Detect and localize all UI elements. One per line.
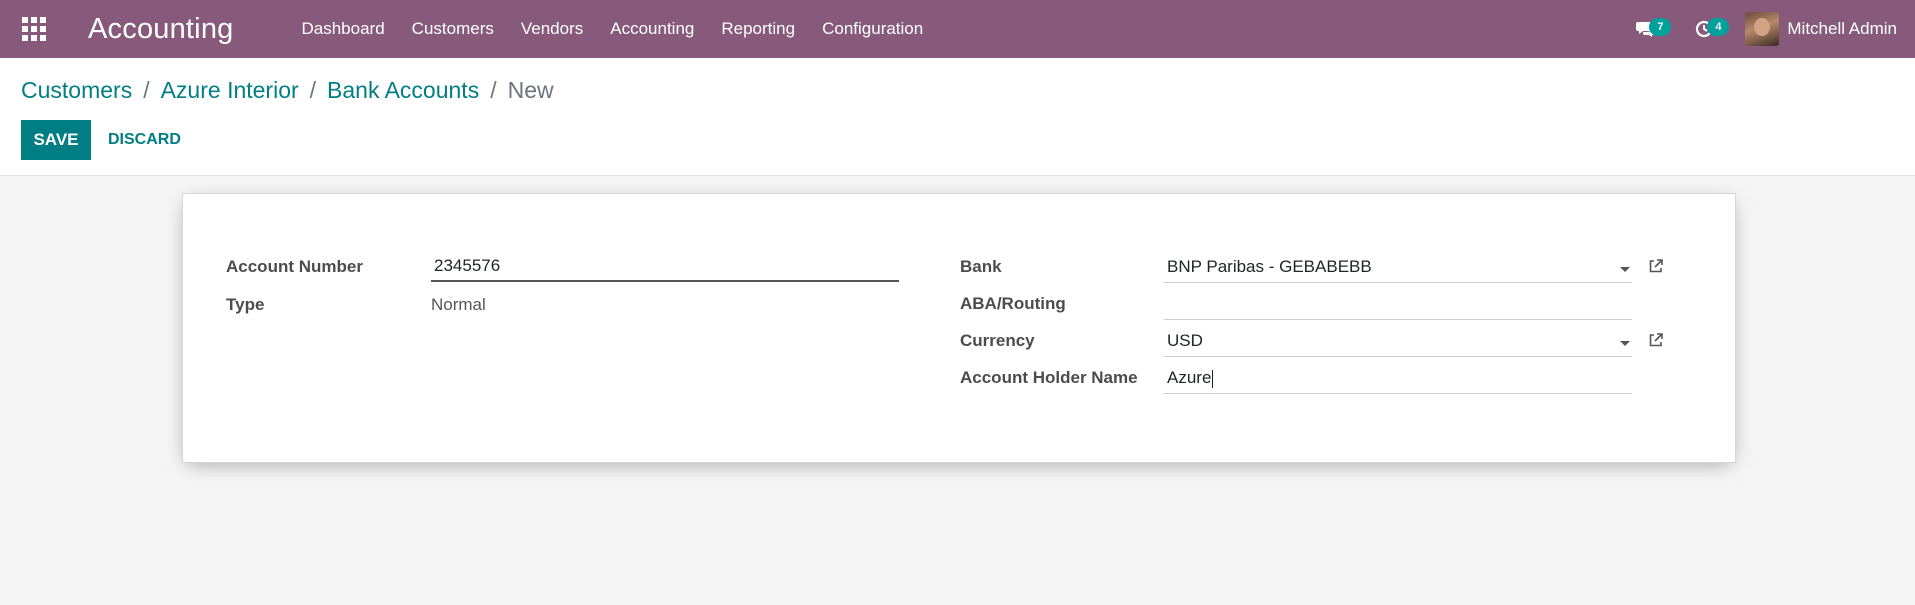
- menu-item-reporting[interactable]: Reporting: [721, 19, 795, 39]
- control-panel: [0, 58, 1915, 176]
- aba-routing-field[interactable]: [1164, 290, 1632, 320]
- menu-item-accounting[interactable]: Accounting: [610, 19, 694, 39]
- breadcrumb-separator: /: [309, 77, 317, 103]
- account-holder-name-value: Azure: [1167, 368, 1212, 387]
- main-menu: Dashboard Customers Vendors Accounting R…: [302, 19, 951, 39]
- app-brand[interactable]: Accounting: [88, 13, 234, 46]
- menu-item-vendors[interactable]: Vendors: [521, 19, 583, 39]
- breadcrumb: Customers / Azure Interior / Bank Accoun…: [21, 77, 554, 104]
- account-holder-name-field[interactable]: Azure: [1164, 364, 1632, 394]
- avatar: [1745, 12, 1780, 46]
- account-number-label: Account Number: [226, 257, 363, 276]
- bank-field[interactable]: BNP Paribas - GEBABEBB: [1164, 253, 1632, 283]
- systray: 7 4 Mitchell Admin: [1629, 0, 1915, 58]
- activities-badge: 4: [1707, 18, 1730, 36]
- breadcrumb-bank-accounts[interactable]: Bank Accounts: [327, 77, 479, 104]
- user-name: Mitchell Admin: [1787, 19, 1897, 38]
- account-number-field[interactable]: 2345576: [431, 252, 899, 282]
- type-value[interactable]: Normal: [431, 295, 486, 315]
- apps-menu-icon[interactable]: [22, 17, 46, 41]
- top-navbar: Accounting Dashboard Customers Vendors A…: [0, 0, 1915, 58]
- user-menu[interactable]: Mitchell Admin: [1745, 12, 1897, 46]
- text-cursor: [1212, 369, 1214, 388]
- bank-dropdown-caret-icon[interactable]: [1620, 267, 1630, 272]
- save-button[interactable]: SAVE: [21, 120, 91, 160]
- activities-button[interactable]: 4: [1687, 12, 1730, 46]
- breadcrumb-separator: /: [143, 77, 150, 103]
- menu-item-configuration[interactable]: Configuration: [822, 19, 923, 39]
- breadcrumb-current: New: [507, 77, 554, 103]
- currency-label: Currency: [960, 331, 1035, 350]
- discard-button[interactable]: DISCARD: [104, 120, 185, 160]
- form-sheet: Account Number 2345576 Type Normal Bank …: [182, 193, 1736, 463]
- menu-item-customers[interactable]: Customers: [412, 19, 494, 39]
- account-holder-name-label: Account Holder Name: [960, 368, 1138, 387]
- currency-dropdown-caret-icon[interactable]: [1620, 341, 1630, 346]
- currency-external-link-icon[interactable]: [1648, 332, 1664, 348]
- bank-label: Bank: [960, 257, 1002, 276]
- menu-item-dashboard[interactable]: Dashboard: [302, 19, 385, 39]
- messages-badge: 7: [1649, 18, 1672, 36]
- aba-routing-label: ABA/Routing: [960, 294, 1066, 313]
- type-label: Type: [226, 295, 265, 314]
- messages-button[interactable]: 7: [1629, 12, 1672, 46]
- breadcrumb-customers[interactable]: Customers: [21, 77, 132, 104]
- breadcrumb-separator: /: [490, 77, 497, 103]
- breadcrumb-azure-interior[interactable]: Azure Interior: [161, 77, 299, 104]
- currency-field[interactable]: USD: [1164, 327, 1632, 357]
- bank-external-link-icon[interactable]: [1648, 258, 1664, 274]
